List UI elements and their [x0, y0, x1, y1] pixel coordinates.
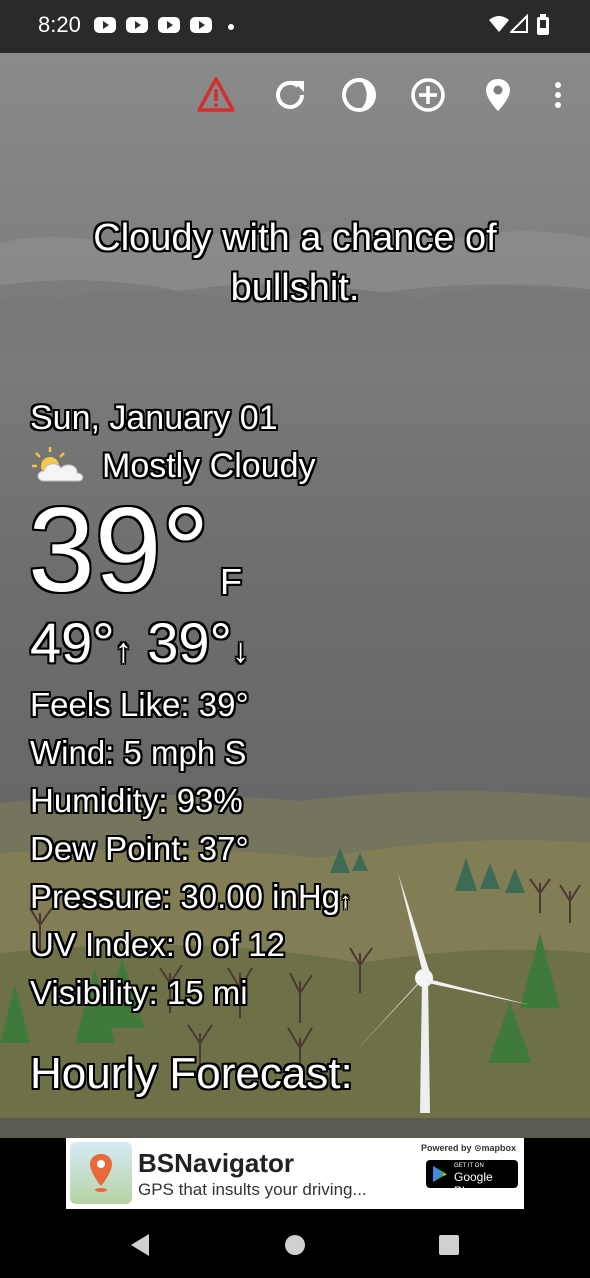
- more-vert-icon[interactable]: [540, 75, 576, 115]
- pressure: Pressure: 30.00 inHg: [30, 878, 341, 915]
- ad-subtitle: GPS that insults your driving...: [138, 1180, 367, 1199]
- youtube-icon: [190, 17, 212, 33]
- map-pin-icon: [90, 1154, 112, 1192]
- hourly-forecast-heading: Hourly Forecast:: [30, 1049, 353, 1098]
- refresh-icon[interactable]: [270, 75, 310, 115]
- status-time: 8:20: [38, 12, 81, 37]
- status-bar: 8:20: [0, 0, 590, 53]
- wind: Wind: 5 mph S: [30, 734, 247, 771]
- theme-icon[interactable]: [339, 75, 379, 115]
- uv-index: UV Index: 0 of 12: [30, 926, 285, 963]
- pressure-trend-icon: ↑: [340, 888, 352, 913]
- low-temperature: 39°: [147, 611, 232, 674]
- wifi-icon: [489, 16, 509, 32]
- condition-label: Mostly Cloudy: [102, 447, 316, 485]
- high-temperature: 49°: [30, 611, 115, 674]
- youtube-icon: [158, 17, 180, 33]
- ad-title: BSNavigator: [138, 1148, 295, 1178]
- battery-icon: [537, 14, 549, 35]
- back-icon[interactable]: [127, 1231, 155, 1259]
- tagline: Cloudy with a chance of bullshit.: [93, 217, 497, 309]
- app-logo: [70, 1142, 132, 1204]
- google-play-badge[interactable]: GET IT ON Google Play: [426, 1160, 518, 1198]
- temperature-unit: F: [220, 561, 242, 602]
- weather-scene: Cloudy with a chance of bullshit. Sun, J…: [0, 53, 590, 1138]
- down-arrow-icon: ↓: [231, 632, 249, 670]
- pressure-row: Pressure: 30.00 inHg↑: [30, 873, 351, 921]
- add-location-icon[interactable]: [408, 75, 448, 115]
- up-arrow-icon: ↑: [114, 632, 132, 670]
- play-store-icon: [433, 1166, 447, 1182]
- forecast-date: Sun, January 01: [30, 399, 278, 437]
- signal-icon: [510, 14, 528, 33]
- recents-icon[interactable]: [435, 1231, 463, 1259]
- youtube-icon: [126, 17, 148, 33]
- location-pin-icon[interactable]: [478, 75, 518, 115]
- store-small-label: GET IT ON: [454, 1163, 484, 1169]
- dew-point: Dew Point: 37°: [30, 830, 249, 867]
- more-notifications-dot: [228, 24, 234, 30]
- youtube-icon: [94, 17, 116, 33]
- visibility: Visibility: 15 mi: [30, 974, 248, 1011]
- humidity: Humidity: 93%: [30, 782, 243, 819]
- feels-like: Feels Like: 39°: [30, 686, 249, 723]
- store-name: Google Play: [454, 1170, 493, 1198]
- powered-by: Powered by ⊙mapbox: [420, 1143, 516, 1153]
- weather-details: Feels Like: 39° Wind: 5 mph S Humidity: …: [30, 681, 351, 1017]
- current-temperature: 39°: [28, 483, 210, 617]
- home-icon[interactable]: [281, 1231, 309, 1259]
- warning-icon[interactable]: [196, 75, 236, 115]
- high-low: 49°↑ 39°↓: [30, 611, 249, 683]
- navigation-bar: [0, 1209, 590, 1278]
- partly-cloudy-icon: [32, 447, 84, 482]
- ad-banner[interactable]: BSNavigator GPS that insults your drivin…: [66, 1138, 524, 1209]
